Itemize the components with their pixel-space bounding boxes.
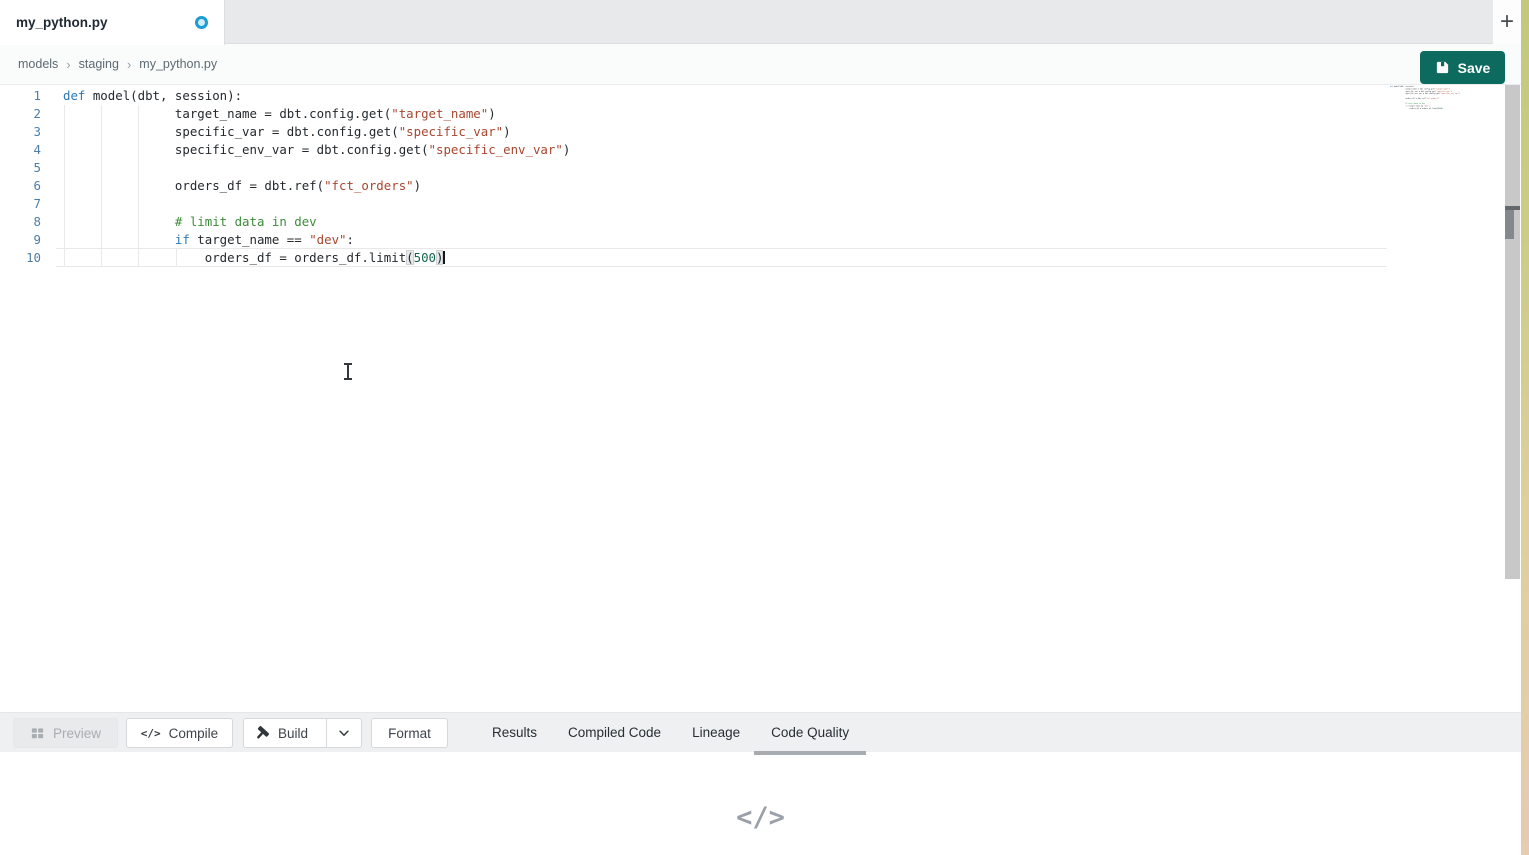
code-placeholder-icon: </> [0,802,1521,833]
build-label: Build [278,726,308,741]
code-text: orders_df = dbt.ref("fct_orders") [63,177,421,195]
breadcrumb-filename: my_python.py [139,57,217,71]
code-icon: </> [141,727,161,740]
minimap[interactable]: def model(dbt, session): target_name = d… [1390,85,1462,110]
line-number: 2 [0,105,41,123]
file-header-bar: models › staging › my_python.py Save [0,44,1521,85]
breadcrumb-staging[interactable]: staging [79,57,119,71]
floppy-disk-icon [1435,60,1450,75]
code-text: # limit data in dev [63,213,317,231]
editor-tab-bar: my_python.py + [0,0,1521,44]
line-number: 5 [0,159,41,177]
panel-tab-results[interactable]: Results [492,713,537,752]
code-line[interactable]: 5 [0,159,1521,177]
compile-button[interactable]: </> Compile [126,718,233,748]
dbt-ide-window: my_python.py + models › staging › my_pyt… [0,0,1529,855]
line-number: 10 [0,249,41,267]
code-line[interactable]: 3 specific_var = dbt.config.get("specifi… [0,123,1521,141]
tab-label: my_python.py [16,15,108,30]
table-icon [30,726,45,741]
line-number: 1 [0,87,41,105]
save-label: Save [1458,60,1491,76]
build-split-button: Build [243,718,362,748]
code-line[interactable]: 6 orders_df = dbt.ref("fct_orders") [0,177,1521,195]
compile-label: Compile [169,726,219,741]
line-number: 7 [0,195,41,213]
breadcrumb-models[interactable]: models [18,57,58,71]
bottom-toolbar: Preview </> Compile Build [0,712,1521,752]
new-tab-button[interactable]: + [1493,0,1521,44]
chevron-right-icon: › [66,57,70,72]
code-text: if target_name == "dev": [63,231,354,249]
chevron-right-icon: › [127,57,131,72]
preview-button[interactable]: Preview [13,718,118,748]
minimap-line: orders_df = orders_df.limit(500) [1390,107,1462,109]
code-text: specific_var = dbt.config.get("specific_… [63,123,511,141]
code-line[interactable]: 1 def model(dbt, session): [0,87,1521,105]
code-text: specific_env_var = dbt.config.get("speci… [63,141,570,159]
scrollbar-thumb[interactable] [1505,210,1514,239]
text-caret [443,251,445,264]
code-editor[interactable]: 1def model(dbt, session):2 target_name =… [0,85,1521,712]
code-line[interactable]: 2 target_name = dbt.config.get("target_n… [0,105,1521,123]
line-number: 6 [0,177,41,195]
breadcrumb: models › staging › my_python.py [18,44,217,84]
code-line[interactable]: 7 [0,195,1521,213]
code-lines: 1def model(dbt, session):2 target_name =… [0,87,1521,267]
line-number: 3 [0,123,41,141]
code-text: def model(dbt, session): [63,87,242,105]
preview-label: Preview [53,726,101,741]
code-line[interactable]: 10 orders_df = orders_df.limit(500) [0,249,1521,267]
panel-tabs: Results Compiled Code Lineage Code Quality [492,713,849,752]
code-line[interactable]: 4 specific_env_var = dbt.config.get("spe… [0,141,1521,159]
code-line[interactable]: 9 if target_name == "dev": [0,231,1521,249]
panel-tab-lineage[interactable]: Lineage [692,713,740,752]
line-number: 8 [0,213,41,231]
format-label: Format [388,726,431,741]
line-number: 4 [0,141,41,159]
plus-icon: + [1500,10,1514,34]
panel-tab-compiled-code[interactable]: Compiled Code [568,713,661,752]
results-panel: </> [0,756,1521,855]
code-text: target_name = dbt.config.get("target_nam… [63,105,496,123]
unsaved-changes-icon [195,16,208,29]
scrollbar-track[interactable] [1505,85,1520,579]
build-button[interactable]: Build [244,719,318,747]
line-number: 9 [0,231,41,249]
format-button[interactable]: Format [371,718,448,748]
code-text: orders_df = orders_df.limit(500) [63,249,445,267]
chevron-down-icon [337,726,351,740]
hammer-icon [254,725,270,741]
build-options-button[interactable] [326,719,361,747]
minimap-line: specific_env_var = dbt.config.get("speci… [1390,92,1462,94]
text-cursor-pointer-icon [347,365,349,378]
code-line[interactable]: 8 # limit data in dev [0,213,1521,231]
tab-my-python-py[interactable]: my_python.py [0,0,225,45]
save-button[interactable]: Save [1420,51,1505,84]
panel-tab-code-quality[interactable]: Code Quality [771,713,849,752]
window-edge-strip [1521,0,1529,855]
